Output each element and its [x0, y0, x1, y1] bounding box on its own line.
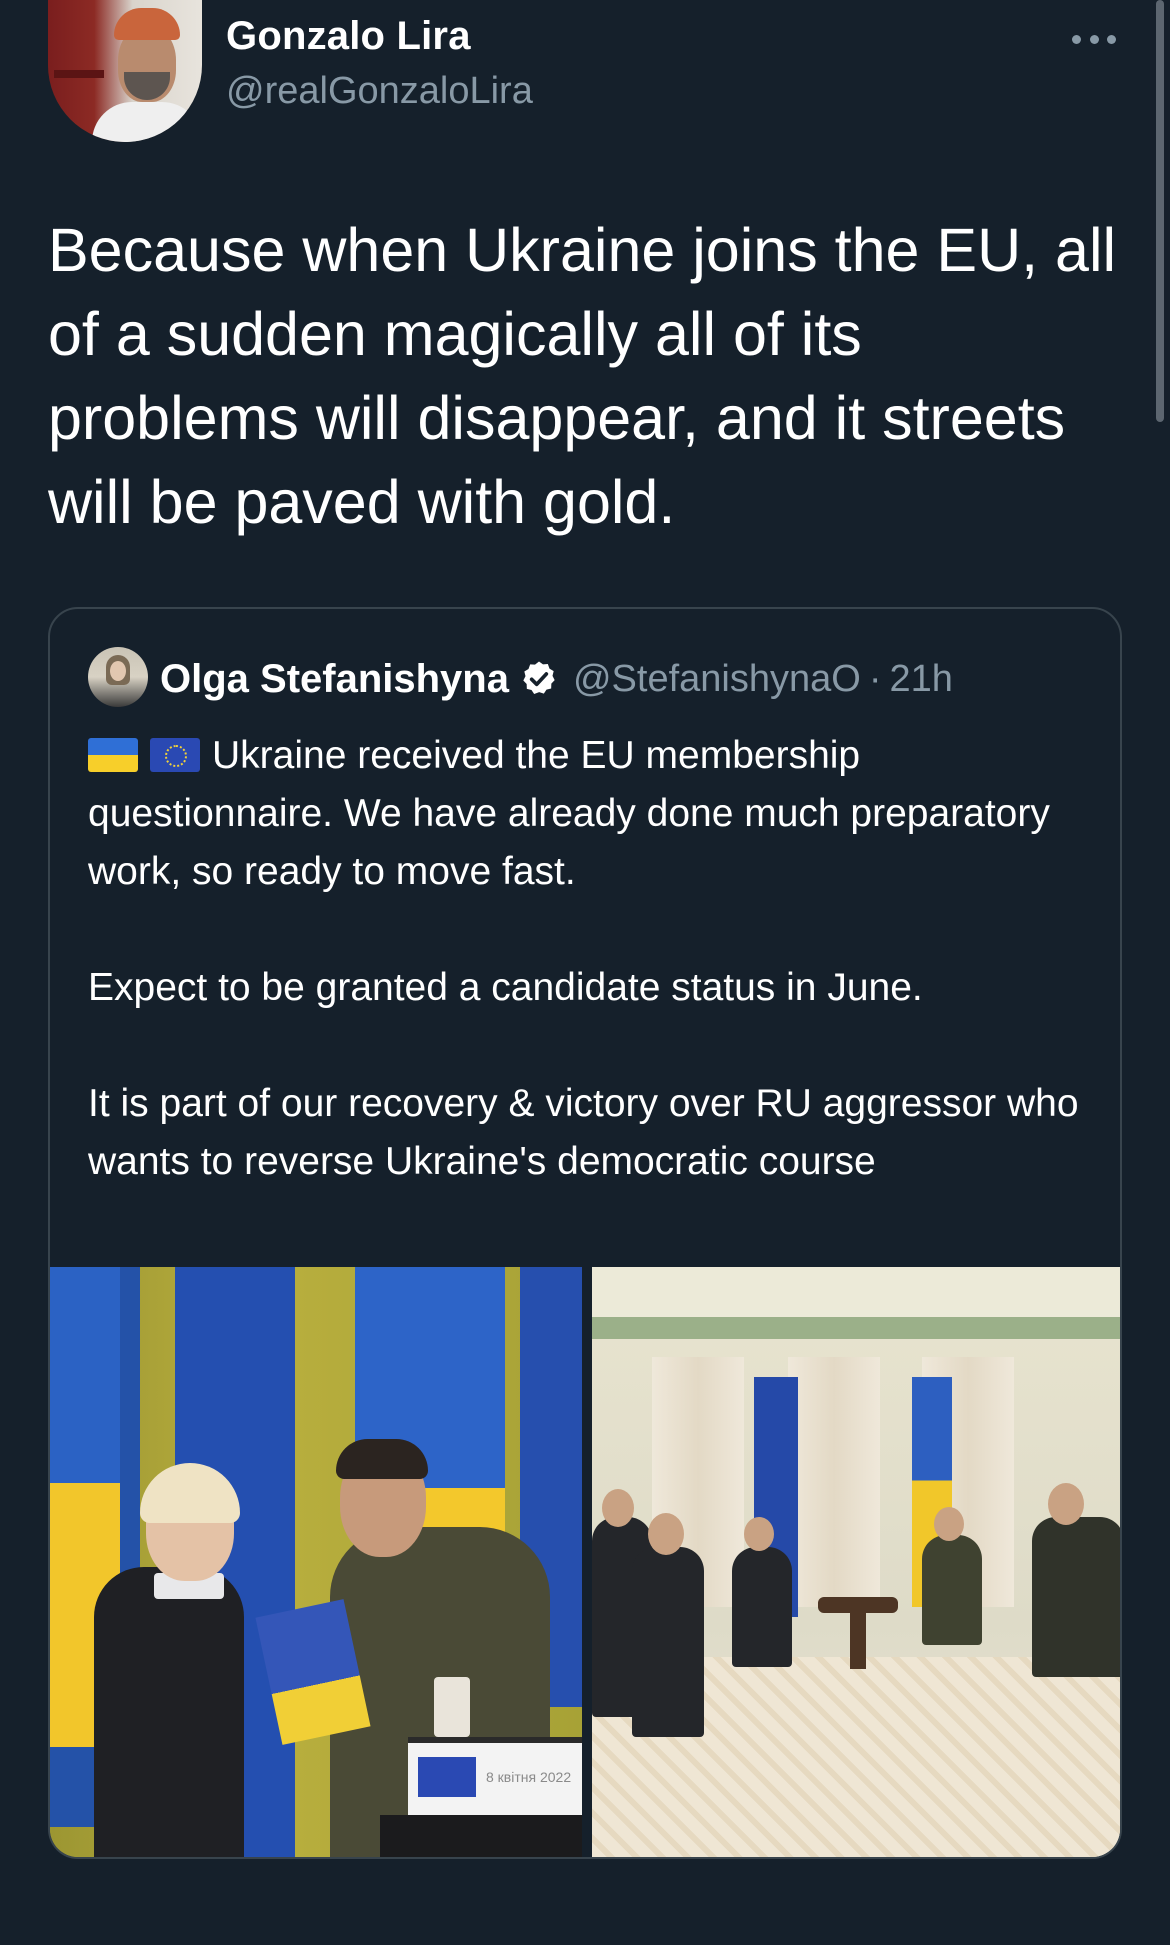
quoted-tweet-card[interactable]: Olga Stefanishyna @StefanishynaO · 21h U…	[48, 607, 1122, 1859]
scrollbar[interactable]	[1156, 0, 1164, 422]
photo-sign-text: 8 квітня 2022	[486, 1769, 572, 1785]
author-avatar[interactable]	[48, 0, 202, 142]
photo-sign: 8 квітня 2022	[408, 1737, 582, 1815]
separator-dot: ·	[868, 657, 882, 700]
verified-badge-icon	[523, 661, 555, 694]
quoted-tweet-time[interactable]: 21h	[889, 658, 952, 701]
ukraine-flag-icon	[88, 738, 138, 772]
quoted-tweet-text: Ukraine received the EU membership quest…	[88, 727, 1098, 1191]
quoted-tweet-header: Olga Stefanishyna @StefanishynaO · 21h	[160, 649, 953, 709]
author-handle[interactable]: @realGonzaloLira	[226, 70, 533, 113]
photo-left[interactable]: 8 квітня 2022	[50, 1267, 582, 1857]
quoted-paragraph-3: It is part of our recovery & victory ove…	[88, 1082, 1090, 1183]
eu-flag-icon	[150, 738, 200, 772]
quoted-paragraph-2: Expect to be granted a candidate status …	[88, 966, 923, 1009]
photo-right[interactable]	[592, 1267, 1120, 1857]
quoted-paragraph-1: Ukraine received the EU membership quest…	[88, 734, 1061, 893]
quoted-author-name[interactable]: Olga Stefanishyna	[160, 657, 509, 702]
quoted-author-avatar[interactable]	[88, 647, 148, 707]
quoted-author-handle[interactable]: @StefanishynaO	[573, 658, 861, 701]
author-name[interactable]: Gonzalo Lira	[226, 14, 471, 59]
more-options-icon[interactable]	[1072, 32, 1116, 46]
tweet-page: Gonzalo Lira @realGonzaloLira Because wh…	[0, 0, 1170, 1945]
tweet-text: Because when Ukraine joins the EU, all o…	[48, 216, 1117, 536]
